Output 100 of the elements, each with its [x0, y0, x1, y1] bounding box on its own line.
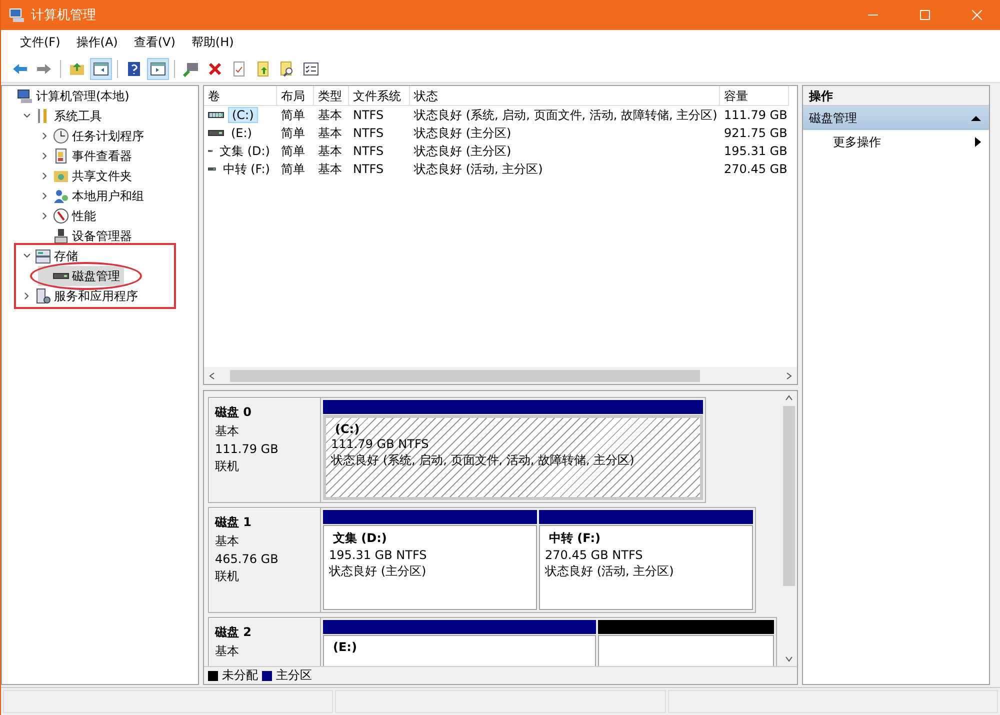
chevron-right-icon[interactable]	[41, 152, 49, 160]
menu-item[interactable]: 操作(A)	[69, 32, 125, 53]
partition-status: 状态良好 (活动, 主分区)	[545, 563, 675, 580]
tree-pane-icon	[93, 60, 109, 76]
disk-size: 111.79 GB	[215, 442, 280, 456]
scroll-right-icon[interactable]	[785, 372, 793, 380]
partition-label: (E:)	[332, 640, 358, 654]
tree-item[interactable]: 性能	[38, 206, 100, 226]
tree-item[interactable]: 磁盘管理	[38, 266, 124, 286]
document-search-icon	[279, 60, 295, 76]
table-cell-text: 基本	[317, 124, 343, 142]
table-cell-text: 简单	[280, 124, 306, 142]
table-cell-text: 状态良好 (主分区)	[413, 124, 512, 142]
partition-block[interactable]: (C:) 111.79 GB NTFS 状态良好 (系统, 启动, 页面文件, 活动, 故障转储, 主分区)	[323, 415, 703, 500]
table-cell-text: NTFS	[352, 162, 385, 176]
partition-status: 状态良好 (主分区)	[329, 563, 428, 580]
partition-label: 中转 (F:)	[548, 530, 602, 547]
table-cell-text: 简单	[280, 160, 306, 178]
delete-icon	[207, 60, 223, 76]
toolbar-button[interactable]	[90, 58, 112, 80]
submenu-arrow-icon	[975, 137, 981, 147]
close-icon	[972, 10, 982, 20]
actions-section[interactable]: 磁盘管理	[803, 106, 989, 130]
column-header[interactable]: 容量	[720, 86, 789, 106]
maximize-icon	[920, 10, 930, 20]
table-cell-text: NTFS	[352, 144, 385, 158]
table-cell-text: 270.45 GB	[723, 162, 788, 176]
table-cell-text: 195.31 GB	[723, 144, 788, 158]
horizontal-scrollbar[interactable]	[204, 367, 797, 384]
partition-size: 111.79 GB NTFS	[331, 437, 430, 451]
menu-item[interactable]: 帮助(H)	[184, 32, 241, 53]
tree-item[interactable]: 本地用户和组	[38, 186, 148, 206]
column-header[interactable]: 状态	[410, 86, 720, 106]
tree-item[interactable]: 计算机管理(本地)	[2, 86, 134, 106]
computer-icon	[9, 7, 25, 23]
partition-size: 195.31 GB NTFS	[329, 548, 428, 562]
tree-item[interactable]: 系统工具	[20, 106, 106, 126]
plug-icon	[183, 60, 199, 76]
chevron-down-icon[interactable]	[23, 252, 31, 260]
disk-type: 基本	[215, 423, 240, 440]
partition-label: 文集 (D:)	[332, 530, 388, 547]
column-header[interactable]: 类型	[314, 86, 349, 106]
scroll-down-icon[interactable]	[784, 655, 792, 663]
toolbar-button[interactable]	[147, 58, 169, 80]
scroll-up-icon[interactable]	[784, 394, 792, 402]
checked-document-icon	[231, 60, 247, 76]
tree-item[interactable]: 任务计划程序	[38, 126, 148, 146]
tree-item[interactable]: 服务和应用程序	[20, 286, 142, 306]
menu-item[interactable]: 查看(V)	[126, 32, 182, 53]
disk-status: 联机	[215, 568, 240, 585]
table-cell-text: 状态良好 (系统, 启动, 页面文件, 活动, 故障转储, 主分区)	[413, 106, 718, 124]
column-header[interactable]: 布局	[277, 86, 314, 106]
disk-info-panel[interactable]: 磁盘 2 基本	[208, 617, 320, 666]
menu-item[interactable]: 文件(F)	[13, 32, 68, 53]
tree-item[interactable]: 事件查看器	[38, 146, 136, 166]
table-cell-text: 基本	[317, 160, 343, 178]
drive-icon	[53, 271, 69, 281]
scroll-left-icon[interactable]	[208, 372, 216, 380]
table-cell-text: 基本	[317, 106, 343, 124]
disk-info-panel[interactable]: 磁盘 0 基本 111.79 GB 联机	[208, 397, 320, 503]
disk-info-panel[interactable]: 磁盘 1 基本 465.76 GB 联机	[208, 507, 320, 613]
partition-label: (C:)	[334, 422, 361, 436]
table-cell-text: NTFS	[352, 126, 385, 140]
shared-folder-icon	[53, 168, 69, 184]
table-cell[interactable]: (E:)	[228, 126, 255, 140]
chevron-right-icon[interactable]	[41, 192, 49, 200]
column-header[interactable]: 文件系统	[349, 86, 410, 106]
table-cell-text: NTFS	[352, 108, 385, 122]
tree-item[interactable]: 存储	[20, 246, 82, 266]
column-header[interactable]: 卷	[204, 86, 277, 106]
computer-icon	[17, 88, 33, 104]
chevron-right-icon[interactable]	[41, 172, 49, 180]
event-log-icon	[53, 148, 69, 164]
vertical-scrollbar[interactable]	[780, 391, 797, 666]
legend-label: 主分区	[276, 667, 312, 684]
tree-item[interactable]: 共享文件夹	[38, 166, 136, 186]
table-cell[interactable]: 中转 (F:)	[220, 160, 273, 178]
help-icon	[126, 60, 142, 76]
table-cell-text: 简单	[280, 106, 306, 124]
table-cell[interactable]: 文集 (D:)	[216, 142, 273, 160]
chevron-down-icon[interactable]	[23, 112, 31, 120]
users-icon	[53, 188, 69, 204]
table-cell[interactable]: (C:)	[228, 107, 258, 123]
partition-block[interactable]: 中转 (F:) 270.45 GB NTFS 状态良好 (活动, 主分区)	[539, 525, 753, 610]
server-gear-icon	[35, 288, 51, 304]
partition-size: 270.45 GB NTFS	[545, 548, 644, 562]
collapse-arrow-icon	[971, 114, 981, 122]
chevron-right-icon[interactable]	[41, 132, 49, 140]
window-title: 计算机管理	[31, 7, 97, 24]
partition-block[interactable]: (E:)	[323, 635, 596, 666]
chevron-right-icon[interactable]	[23, 292, 31, 300]
disk-type: 基本	[215, 643, 240, 660]
action-item[interactable]: 更多操作	[803, 130, 989, 154]
tree-item[interactable]: 设备管理器	[38, 226, 136, 246]
chevron-right-icon[interactable]	[41, 212, 49, 220]
disk-type: 基本	[215, 533, 240, 550]
partition-block[interactable]: 文集 (D:) 195.31 GB NTFS 状态良好 (主分区)	[323, 525, 537, 610]
device-icon	[53, 228, 69, 244]
table-cell-text: 状态良好 (活动, 主分区)	[413, 160, 544, 178]
gauge-icon	[53, 208, 69, 224]
